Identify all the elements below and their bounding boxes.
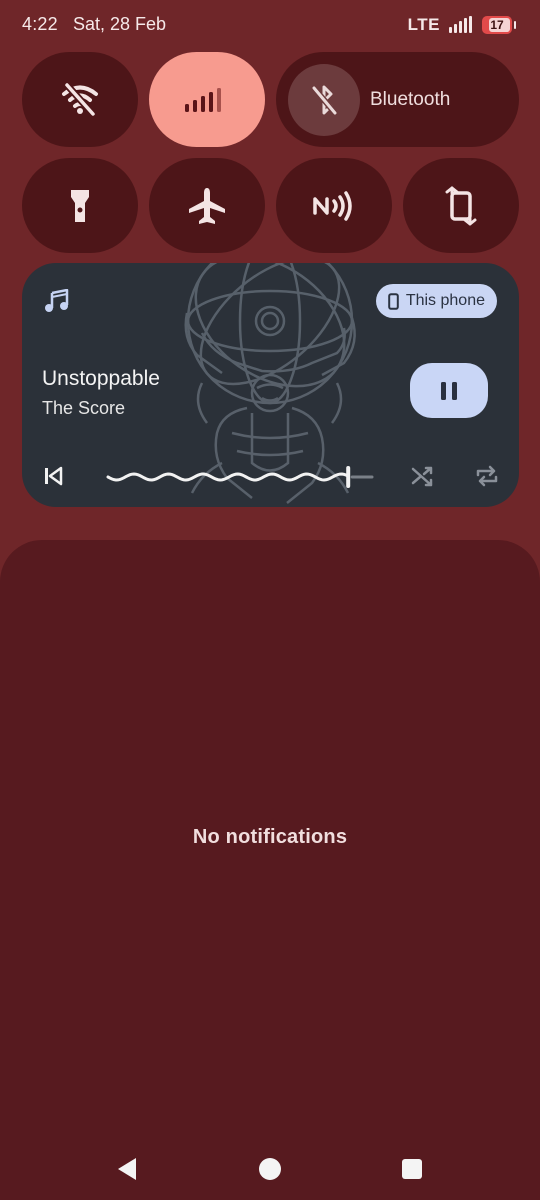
media-player-card[interactable]: This phone Unstoppable The Score [22, 263, 519, 507]
status-date: Sat, 28 Feb [73, 14, 167, 34]
pause-button[interactable] [410, 363, 488, 418]
repeat-icon[interactable] [474, 464, 500, 488]
signal-strength-icon [449, 16, 472, 33]
bluetooth-label: Bluetooth [370, 88, 451, 110]
song-artist: The Score [42, 398, 126, 418]
status-bar: 4:22 Sat, 28 Feb LTE 17 [0, 0, 540, 50]
tile-flashlight[interactable] [22, 158, 138, 253]
notification-panel: No notifications [0, 540, 540, 1200]
network-type-label: LTE [407, 15, 440, 34]
rotate-icon [445, 186, 477, 225]
pause-icon [441, 381, 457, 400]
shuffle-icon[interactable] [411, 464, 435, 488]
output-device-label: This phone [405, 292, 485, 309]
battery-level: 17 [490, 18, 504, 32]
recents-icon[interactable] [401, 1158, 423, 1180]
airplane-icon [189, 187, 225, 224]
tile-mobile-data[interactable] [149, 52, 265, 147]
bluetooth-off-icon [311, 84, 338, 116]
nfc-icon [313, 190, 352, 221]
status-icons: LTE 17 [408, 14, 516, 36]
home-icon[interactable] [258, 1157, 282, 1181]
navigation-bar [0, 1143, 540, 1193]
song-title: Unstoppable [42, 367, 160, 390]
seek-bar[interactable] [104, 463, 376, 491]
flashlight-icon [71, 189, 89, 222]
wifi-off-icon [62, 81, 98, 117]
phone-icon [388, 292, 399, 310]
music-note-icon [45, 289, 69, 312]
battery-icon: 17 [482, 16, 512, 34]
bluetooth-toggle[interactable] [288, 63, 360, 136]
back-icon[interactable] [116, 1157, 138, 1181]
tile-airplane[interactable] [149, 158, 265, 253]
status-time: 4:22 [22, 14, 58, 34]
tile-bluetooth[interactable]: Bluetooth [276, 52, 519, 147]
tile-nfc[interactable] [276, 158, 392, 253]
tile-wifi[interactable] [22, 52, 138, 147]
empty-notifications-text: No notifications [192, 826, 348, 848]
output-device-chip[interactable]: This phone [375, 284, 497, 318]
tile-auto-rotate[interactable] [403, 158, 519, 253]
skip-previous-icon[interactable] [43, 466, 63, 486]
signal-icon [185, 87, 221, 112]
